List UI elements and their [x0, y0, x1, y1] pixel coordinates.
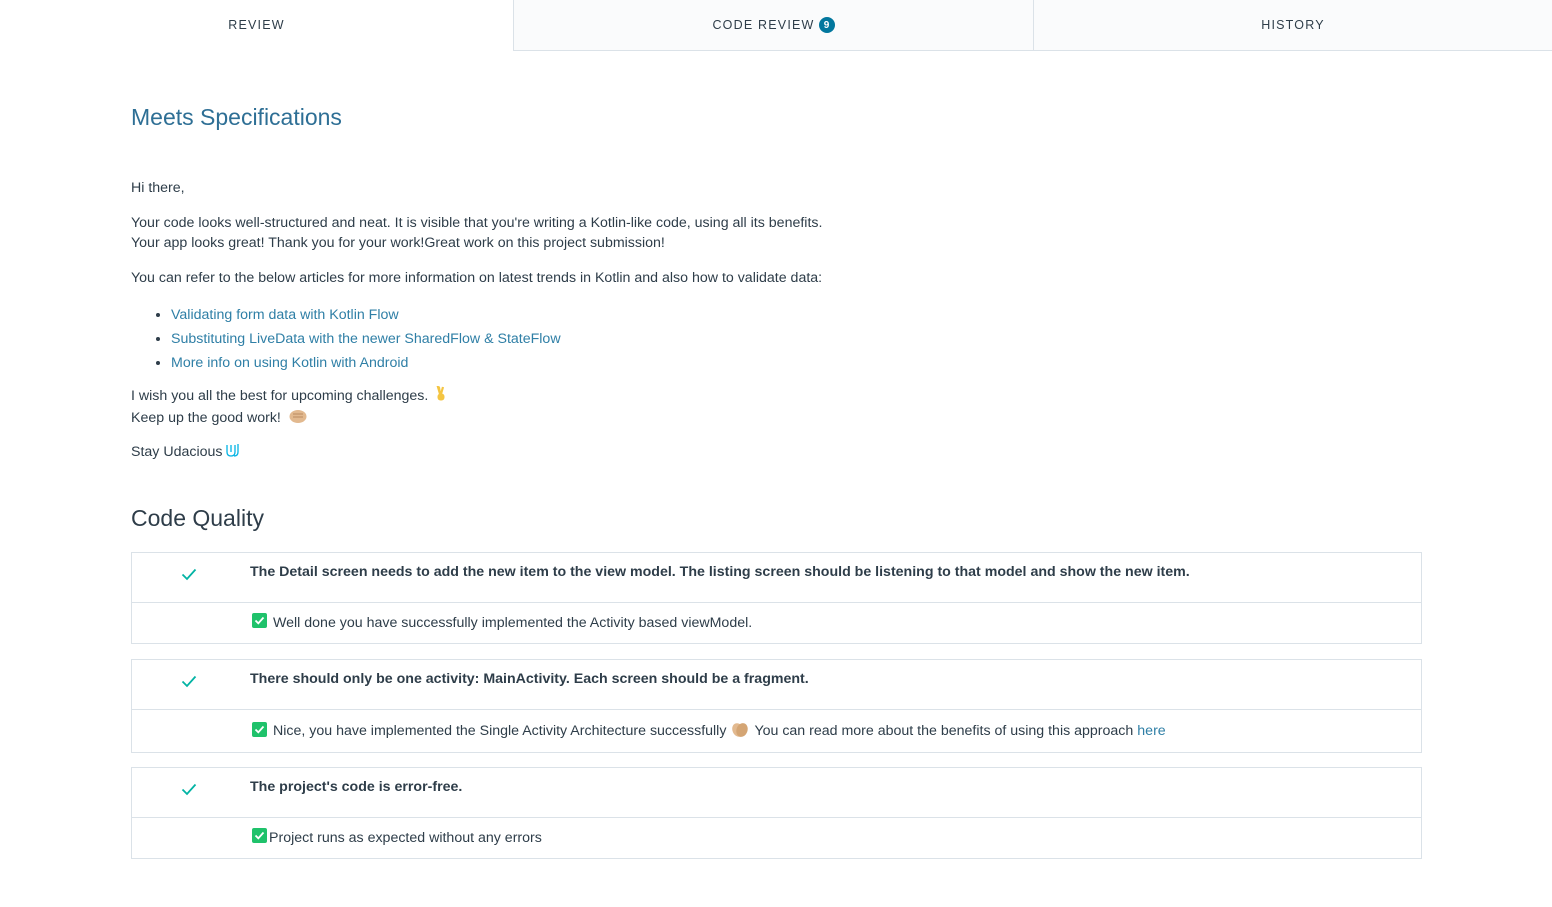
- greeting-text: Hi there,: [131, 180, 185, 196]
- article-links-list: Validating form data with Kotlin Flow Su…: [131, 303, 561, 375]
- tab-code-review[interactable]: CODE REVIEW 9: [513, 0, 1033, 51]
- closing-text: I wish you all the best for upcoming cha…: [131, 384, 447, 430]
- list-item: Validating form data with Kotlin Flow: [171, 303, 561, 327]
- tab-code-review-label: CODE REVIEW: [712, 18, 815, 32]
- tab-bar: REVIEW CODE REVIEW 9 HISTORY: [0, 0, 1552, 52]
- victory-hand-icon: [435, 384, 447, 408]
- criterion-title: The project's code is error-free.: [250, 779, 463, 795]
- benefits-link[interactable]: here: [1137, 723, 1165, 739]
- feedback-note-after: You can read more about the benefits of …: [754, 723, 1134, 739]
- udacity-logo-icon: [225, 442, 241, 464]
- code-review-count-badge: 9: [818, 17, 835, 33]
- criterion-title: The Detail screen needs to add the new i…: [250, 564, 1190, 580]
- feedback-text: Project runs as expected without any err…: [252, 828, 542, 847]
- code-comment-line1: Your code looks well-structured and neat…: [131, 215, 823, 231]
- check-icon: [181, 783, 197, 801]
- criterion-feedback: Nice, you have implemented the Single Ac…: [132, 710, 1421, 752]
- keep-up-text: Keep up the good work!: [131, 410, 281, 426]
- refer-text: You can refer to the below articles for …: [131, 270, 823, 286]
- criterion-card: The Detail screen needs to add the new i…: [131, 552, 1422, 644]
- criterion-feedback: Project runs as expected without any err…: [132, 818, 1421, 858]
- feedback-note: Nice, you have implemented the Single Ac…: [273, 723, 727, 739]
- tab-review-label: REVIEW: [228, 18, 285, 32]
- tab-history[interactable]: HISTORY: [1033, 0, 1552, 51]
- checkbox-checked-icon: [252, 828, 267, 847]
- feedback-note: Project runs as expected without any err…: [269, 829, 542, 846]
- criterion-header: The project's code is error-free.: [132, 768, 1421, 818]
- stay-udacious-text: Stay Udacious: [131, 444, 223, 460]
- fist-bump-icon: [288, 408, 308, 430]
- check-icon: [181, 568, 197, 586]
- tab-history-label: HISTORY: [1261, 18, 1325, 32]
- criterion-card: The project's code is error-free. Projec…: [131, 767, 1422, 859]
- code-comment-line2: Your app looks great! Thank you for your…: [131, 235, 665, 251]
- criterion-title: There should only be one activity: MainA…: [250, 671, 809, 687]
- criterion-header: The Detail screen needs to add the new i…: [132, 553, 1421, 603]
- review-status-heading: Meets Specifications: [131, 104, 342, 130]
- criterion-header: There should only be one activity: MainA…: [132, 660, 1421, 710]
- wish-text: I wish you all the best for upcoming cha…: [131, 388, 429, 404]
- clapping-hands-icon: [730, 720, 750, 742]
- feedback-note: Well done you have successfully implemen…: [273, 614, 753, 631]
- criterion-card: There should only be one activity: MainA…: [131, 659, 1422, 753]
- section-heading-code-quality: Code Quality: [131, 505, 264, 531]
- check-icon: [181, 675, 197, 693]
- article-link-kotlin-flow[interactable]: Validating form data with Kotlin Flow: [171, 307, 399, 323]
- list-item: Substituting LiveData with the newer Sha…: [171, 327, 561, 351]
- feedback-text: Nice, you have implemented the Single Ac…: [252, 720, 1166, 742]
- signoff: Stay Udacious: [131, 442, 241, 464]
- article-link-sharedflow[interactable]: Substituting LiveData with the newer Sha…: [171, 331, 561, 347]
- list-item: More info on using Kotlin with Android: [171, 351, 561, 375]
- checkbox-checked-icon: [252, 613, 267, 632]
- tab-review[interactable]: REVIEW: [0, 0, 513, 51]
- code-comment: Your code looks well-structured and neat…: [131, 213, 822, 253]
- article-link-kotlin-android[interactable]: More info on using Kotlin with Android: [171, 355, 408, 371]
- checkbox-checked-icon: [252, 721, 267, 741]
- feedback-text: Well done you have successfully implemen…: [252, 613, 752, 632]
- criterion-feedback: Well done you have successfully implemen…: [132, 603, 1421, 643]
